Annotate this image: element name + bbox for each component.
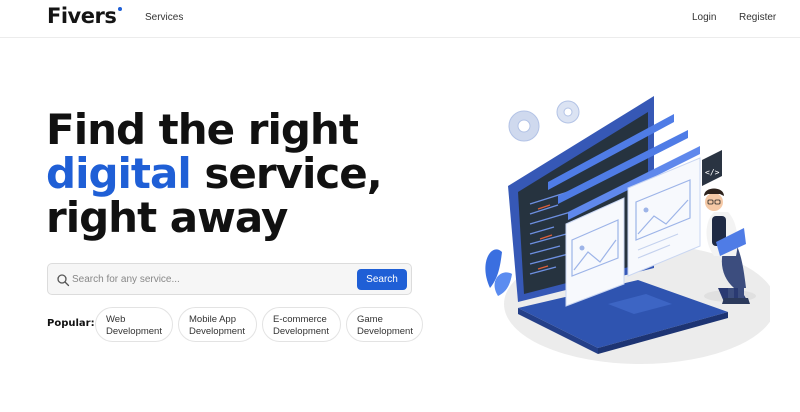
popular-chip-ecommerce-development[interactable]: E-commerce Development	[262, 307, 341, 342]
nav-link-login[interactable]: Login	[692, 12, 716, 23]
chip-line-1: Mobile App	[189, 314, 237, 325]
popular-label: Popular:	[47, 318, 95, 329]
search-button[interactable]: Search	[357, 269, 407, 290]
gear-icon	[508, 110, 540, 142]
hero-line-3: right away	[46, 193, 288, 242]
brand-name: Fivers	[47, 4, 117, 28]
navbar: Fivers Services Login Register	[0, 0, 800, 38]
hero-illustration: </>	[485, 96, 770, 364]
hero-line-2-rest: service,	[190, 149, 382, 198]
logo-dot	[118, 7, 123, 11]
chip-line-2: Development	[189, 326, 245, 337]
search-icon	[57, 274, 70, 287]
popular-chip-web-development[interactable]: Web Development	[95, 307, 173, 342]
code-tag-text: </>	[705, 168, 720, 177]
popular-chip-game-development[interactable]: Game Development	[346, 307, 423, 342]
search-input[interactable]	[72, 268, 352, 290]
popular-chip-mobile-app-development[interactable]: Mobile App Development	[178, 307, 257, 342]
nav-link-register[interactable]: Register	[739, 12, 776, 23]
gear-icon	[556, 100, 580, 124]
chip-line-2: Development	[106, 326, 162, 337]
chip-line-2: Development	[273, 326, 329, 337]
chip-line-1: Web	[106, 314, 126, 325]
hero-headline: Find the right digital service, right aw…	[46, 105, 383, 242]
brand-logo[interactable]: Fivers	[47, 4, 123, 28]
nav-link-services[interactable]: Services	[145, 12, 183, 23]
hero-accent-word: digital	[46, 149, 192, 198]
hero-line-1: Find the right	[46, 105, 359, 154]
search-bar: Search	[47, 263, 412, 295]
code-tag-icon: </>	[702, 150, 722, 186]
chip-line-2: Development	[357, 326, 413, 337]
chip-line-1: E-commerce	[273, 314, 327, 325]
chip-line-1: Game	[357, 314, 383, 325]
